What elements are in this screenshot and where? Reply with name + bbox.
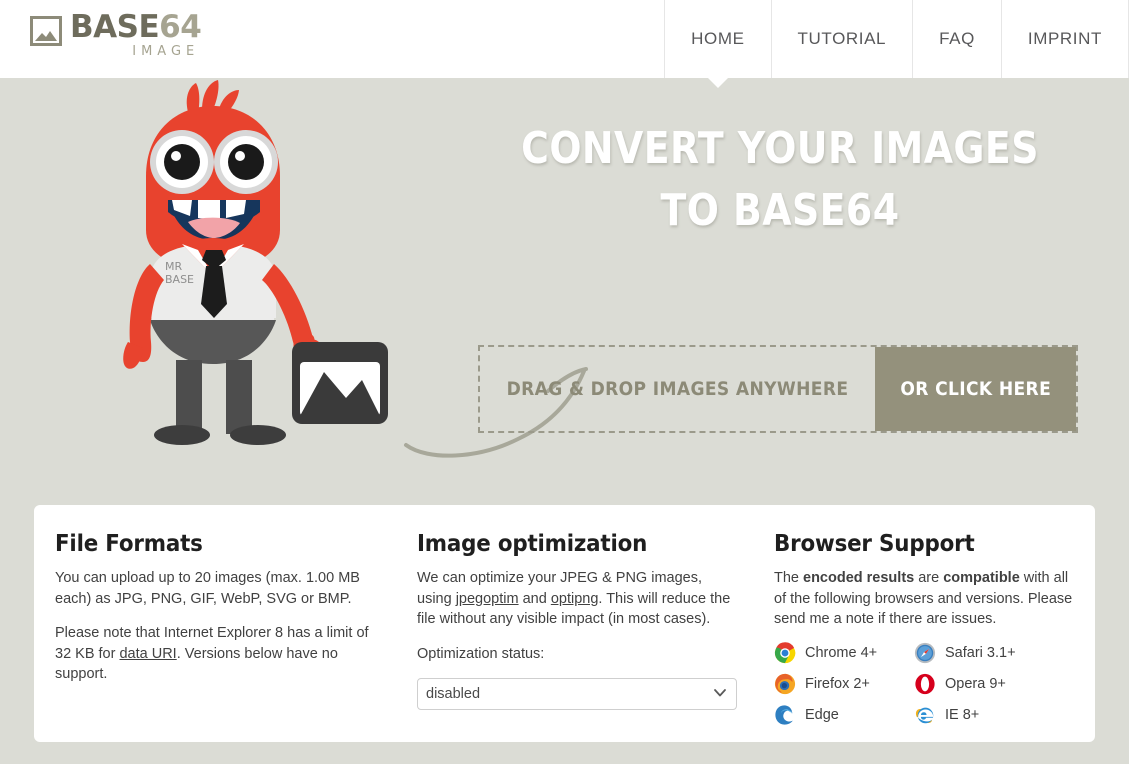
browser-item-edge: Edge — [774, 700, 914, 730]
nav-item-faq[interactable]: FAQ — [912, 0, 1001, 78]
card-file-formats-paragraph-1: You can upload up to 20 images (max. 1.0… — [55, 570, 360, 607]
card-browser-support-paragraph-1: The encoded results are compatible with … — [774, 568, 1073, 630]
opera-icon — [915, 673, 935, 694]
browser-item-ie-label: IE 8+ — [945, 706, 980, 723]
mountain-glyph — [35, 31, 57, 41]
mascot-shirt-text-line2: BASE — [165, 273, 194, 286]
nav-item-home[interactable]: HOME — [664, 0, 770, 88]
browser-item-chrome-label: Chrome 4+ — [805, 644, 878, 661]
nav-item-imprint-label: IMPRINT — [1027, 29, 1102, 48]
card-image-optimization: Image optimization We can optimize your … — [400, 531, 755, 742]
card-image-optimization-paragraph-1: We can optimize your JPEG & PNG images, … — [417, 568, 735, 630]
card-image-optimization-title: Image optimization — [417, 531, 648, 557]
page-title: CONVERT YOUR IMAGES TO BASE64 — [505, 118, 1055, 242]
bs-p1-b: are — [914, 570, 944, 586]
edge-icon — [775, 704, 793, 725]
browser-item-safari: Safari 3.1+ — [914, 638, 1054, 668]
nav-item-faq-label: FAQ — [939, 29, 975, 48]
browser-item-safari-label: Safari 3.1+ — [945, 644, 1016, 661]
firefox-icon — [774, 673, 796, 694]
card-file-formats-paragraph-2: Please note that Internet Explorer 8 has… — [55, 623, 380, 685]
browser-item-ie: IE 8+ — [914, 700, 1054, 730]
optipng-link[interactable]: optipng — [551, 591, 599, 607]
card-browser-support-title: Browser Support — [774, 531, 975, 557]
hero-title-line2: TO BASE64 — [660, 185, 900, 236]
optimization-status-select-wrap: disabled — [417, 678, 737, 710]
logo-text: BASE64 IMAGE — [70, 9, 202, 59]
bs-p1-bold1: encoded results — [803, 570, 915, 586]
main-navigation: HOME TUTORIAL FAQ IMPRINT — [664, 0, 1129, 88]
hero-title-line1: CONVERT YOUR IMAGES — [521, 123, 1039, 174]
bs-p1-a: The — [774, 570, 804, 586]
bs-p1-bold2: compatible — [943, 570, 1020, 586]
logo[interactable]: BASE64 IMAGE — [30, 9, 202, 59]
card-file-formats-title: File Formats — [55, 531, 203, 557]
image-frame-icon — [30, 16, 62, 46]
nav-item-tutorial-label: TUTORIAL — [797, 29, 887, 48]
dropzone-label: DRAG & DROP IMAGES ANYWHERE — [506, 378, 849, 400]
hero-section: MR BASE CONVERT YOUR IMAGES TO BASE64 DR… — [0, 78, 1129, 505]
browser-list: Chrome 4+ Safari 3.1+ Firefox 2+ Opera 9… — [774, 638, 1094, 731]
jpegoptim-link[interactable]: jpegoptim — [456, 591, 519, 607]
browser-item-firefox: Firefox 2+ — [774, 669, 914, 699]
logo-accent-text: 64 — [159, 9, 202, 45]
nav-item-tutorial[interactable]: TUTORIAL — [770, 0, 913, 78]
safari-icon — [914, 642, 936, 663]
data-uri-link[interactable]: data URI — [119, 646, 176, 662]
mr-base-mascot: MR BASE — [123, 80, 388, 445]
browser-item-opera: Opera 9+ — [914, 669, 1054, 699]
click-here-button[interactable]: OR CLICK HERE — [875, 347, 1076, 431]
optimization-status-select[interactable]: disabled — [417, 678, 737, 710]
browser-item-opera-label: Opera 9+ — [945, 675, 1006, 692]
click-here-button-label: OR CLICK HERE — [900, 378, 1051, 400]
card-file-formats: File Formats You can upload up to 20 ima… — [34, 531, 400, 742]
io-p1-b: and — [518, 590, 551, 607]
nav-item-home-label: HOME — [691, 29, 745, 48]
optimization-status-label: Optimization status: — [417, 645, 545, 662]
browser-item-edge-label: Edge — [805, 706, 839, 723]
dropzone[interactable]: DRAG & DROP IMAGES ANYWHERE OR CLICK HER… — [478, 345, 1078, 433]
browser-item-firefox-label: Firefox 2+ — [805, 675, 870, 692]
briefcase-icon — [292, 333, 388, 424]
chrome-icon — [774, 641, 796, 663]
browser-item-chrome: Chrome 4+ — [774, 638, 914, 668]
ie-icon — [915, 707, 934, 723]
mascot-shirt-text-line1: MR — [165, 260, 182, 273]
logo-subtitle: IMAGE — [132, 44, 200, 59]
site-header: BASE64 IMAGE HOME TUTORIAL FAQ IMPRINT — [0, 0, 1129, 88]
nav-item-imprint[interactable]: IMPRINT — [1000, 0, 1129, 78]
card-browser-support: Browser Support The encoded results are … — [755, 531, 1095, 742]
logo-primary-text: BASE — [70, 9, 160, 45]
info-cards: File Formats You can upload up to 20 ima… — [34, 505, 1095, 742]
